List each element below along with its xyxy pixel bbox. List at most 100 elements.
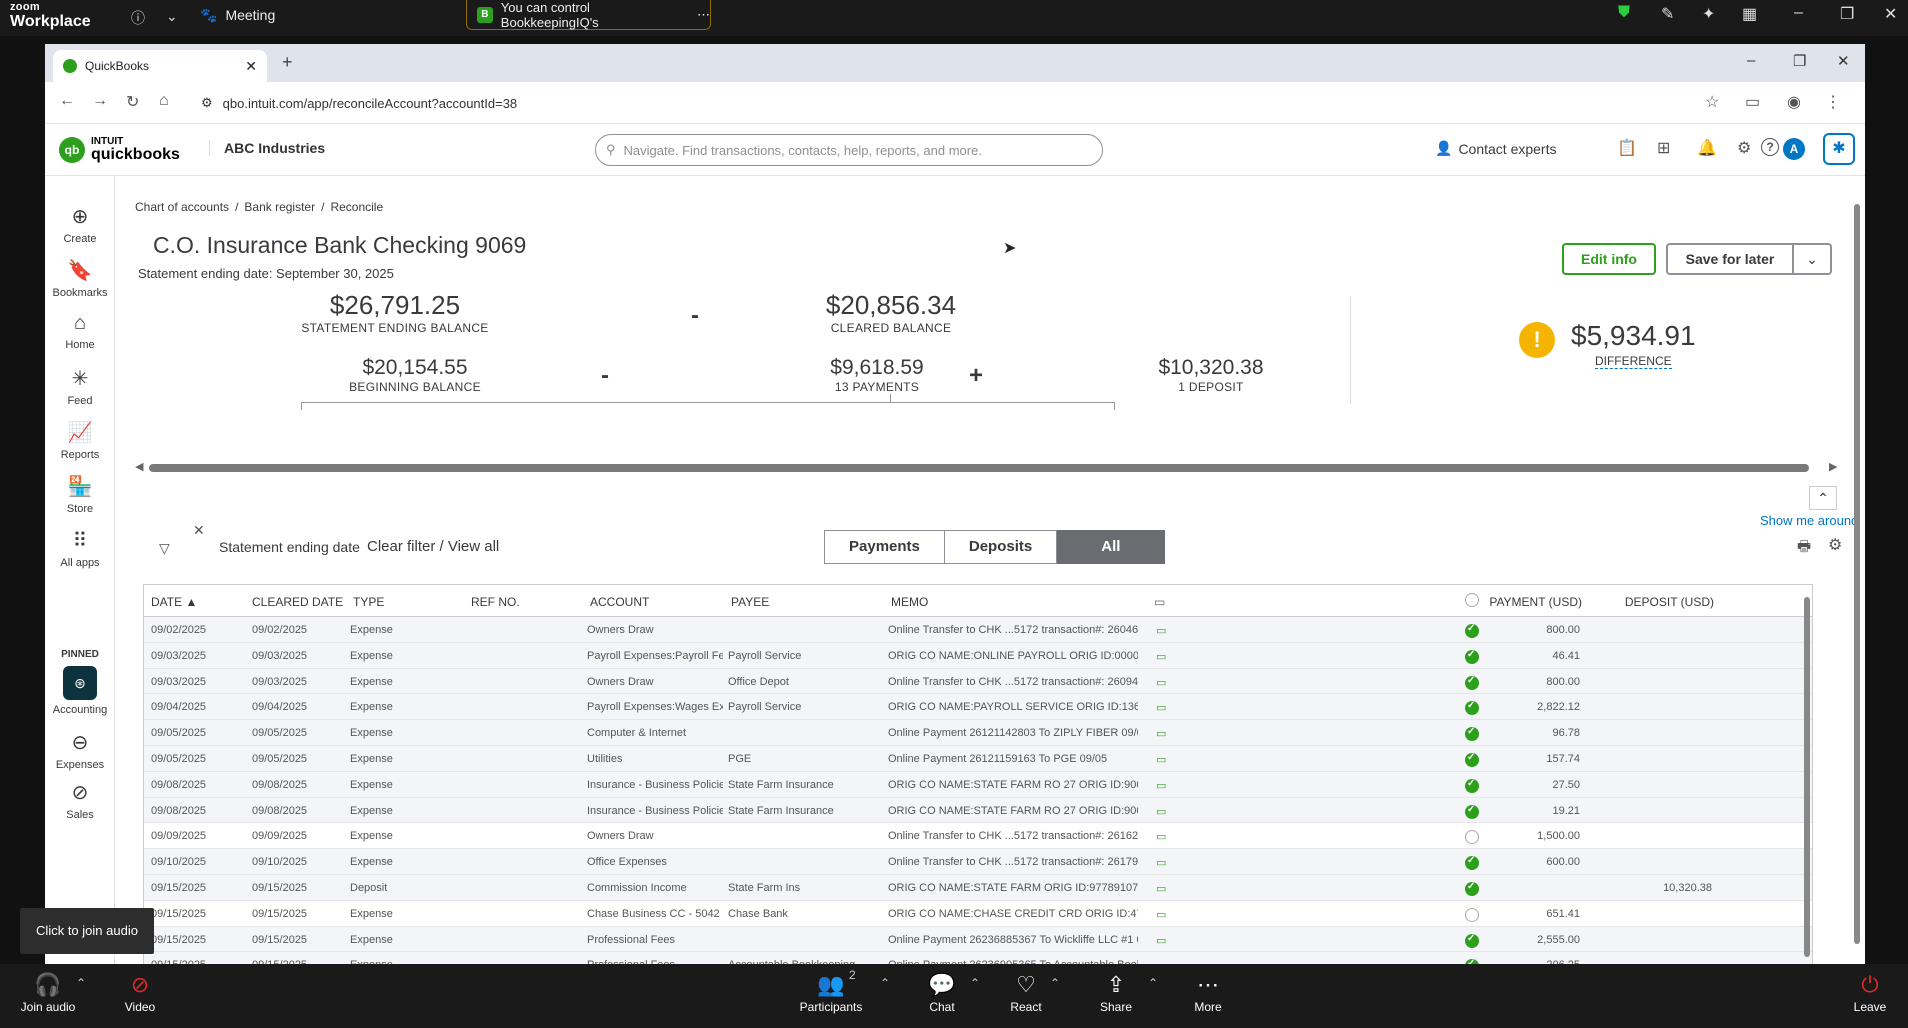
attachment-icon[interactable]: ▭ <box>1156 650 1166 663</box>
share-button[interactable]: ⇪ Share <box>1098 972 1134 1014</box>
participants-caret-icon[interactable]: ⌃ <box>880 976 890 990</box>
table-row[interactable]: 09/15/2025 09/15/2025 Expense Chase Busines… <box>144 901 1812 927</box>
company-name[interactable]: ABC Industries <box>209 140 325 156</box>
scroll-left-icon[interactable]: ◀ <box>135 460 143 473</box>
close-icon[interactable]: ✕ <box>1884 4 1897 24</box>
reload-icon[interactable]: ↻ <box>126 92 139 112</box>
table-row[interactable]: 09/04/2025 09/04/2025 Expense Payroll Expen… <box>144 694 1812 721</box>
scroll-right-icon[interactable]: ▶ <box>1829 460 1837 473</box>
col-cleared-date[interactable]: CLEARED DATE <box>252 595 343 609</box>
difference-label[interactable]: DIFFERENCE <box>1594 354 1672 369</box>
attachment-icon[interactable]: ▭ <box>1156 701 1166 714</box>
url-field[interactable]: ⚙ qbo.intuit.com/app/reconcileAccount?ac… <box>193 88 1783 118</box>
breadcrumb-chart-of-accounts[interactable]: Chart of accounts <box>135 200 229 214</box>
nav-home[interactable]: ⌂ Home <box>45 312 115 351</box>
filter-icon[interactable]: ▽ <box>159 540 170 557</box>
save-for-later-button[interactable]: Save for later <box>1666 243 1792 275</box>
print-icon[interactable]: 🖶 <box>1797 536 1811 561</box>
help-icon[interactable]: ? <box>1761 138 1779 156</box>
home-icon[interactable]: ⌂ <box>159 92 169 110</box>
more-button[interactable]: ⋯ More <box>1190 972 1226 1014</box>
gear-icon[interactable]: ⚙ <box>1737 138 1751 158</box>
cleared-checkbox[interactable] <box>1465 624 1479 638</box>
attachment-icon[interactable]: ▭ <box>1156 908 1166 921</box>
page-vertical-scrollbar[interactable] <box>1853 196 1861 956</box>
shield-icon[interactable]: ⛊ <box>1618 4 1630 22</box>
scrollbar-thumb[interactable] <box>149 464 1809 472</box>
table-row[interactable]: 09/10/2025 09/10/2025 Expense Office Expens… <box>144 849 1812 875</box>
tab-payments[interactable]: Payments <box>824 530 945 564</box>
audio-options-caret-icon[interactable]: ⌃ <box>76 976 86 990</box>
cleared-checkbox[interactable] <box>1465 907 1479 922</box>
meeting-tab[interactable]: 🐾 Meeting <box>200 0 275 30</box>
nav-accounting[interactable]: ⊛ Accounting <box>45 666 115 716</box>
maximize-icon[interactable]: ❐ <box>1793 52 1806 70</box>
cleared-checkbox[interactable] <box>1465 856 1479 871</box>
edit-info-button[interactable]: Edit info <box>1562 243 1656 275</box>
table-row[interactable]: 09/05/2025 09/05/2025 Expense Utilities PGE O… <box>144 745 1812 772</box>
collapse-summary-button[interactable]: ⌃ <box>1809 486 1837 510</box>
attachment-icon[interactable]: ▭ <box>1156 856 1166 869</box>
new-tab-icon[interactable]: + <box>282 52 293 73</box>
table-settings-icon[interactable]: ⚙ <box>1828 535 1842 555</box>
attachment-icon[interactable]: ▭ <box>1156 882 1166 895</box>
attachment-icon[interactable]: ▭ <box>1156 805 1166 818</box>
table-row[interactable]: 09/03/2025 09/03/2025 Expense Payroll Expen… <box>144 642 1812 669</box>
table-row[interactable]: 09/05/2025 09/05/2025 Expense Computer & In… <box>144 720 1812 746</box>
minimize-icon[interactable]: – <box>1747 52 1755 69</box>
col-payee[interactable]: PAYEE <box>731 595 769 609</box>
attachment-icon[interactable]: ▭ <box>1156 624 1166 637</box>
attachment-icon[interactable]: ▭ <box>1156 934 1166 947</box>
info-icon[interactable]: ⓘ <box>131 8 145 28</box>
join-audio-button[interactable]: 🎧 Join audio <box>20 972 76 1014</box>
table-row[interactable]: 09/08/2025 09/08/2025 Expense Insurance - B… <box>144 771 1812 798</box>
nav-sales[interactable]: ⊘ Sales <box>45 780 115 821</box>
col-account[interactable]: ACCOUNT <box>590 595 649 609</box>
user-avatar[interactable]: A <box>1783 138 1805 160</box>
site-info-icon[interactable]: ⚙ <box>201 95 213 111</box>
nav-reports[interactable]: 📈 Reports <box>45 420 115 461</box>
chat-caret-icon[interactable]: ⌃ <box>970 976 980 990</box>
cast-icon[interactable]: ▭ <box>1745 92 1760 112</box>
col-deposit[interactable]: DEPOSIT (USD) <box>1625 595 1714 609</box>
col-type[interactable]: TYPE <box>353 595 384 609</box>
col-memo[interactable]: MEMO <box>891 595 928 609</box>
sparkle-icon[interactable]: ✦ <box>1702 4 1715 24</box>
col-date[interactable]: DATE ▲ <box>151 595 197 609</box>
chevron-down-icon[interactable]: ⌄ <box>166 8 178 25</box>
nav-expenses[interactable]: ⊖ Expenses <box>45 730 115 771</box>
select-all-checkbox[interactable] <box>1465 593 1479 607</box>
more-options-icon[interactable]: ⋯ <box>697 7 710 23</box>
video-button[interactable]: ⊘ Video <box>120 972 160 1014</box>
cleared-checkbox[interactable] <box>1465 675 1479 690</box>
nav-bookmarks[interactable]: 🔖 Bookmarks <box>45 258 115 299</box>
apps-switch-icon[interactable]: ⊞ <box>1657 138 1670 158</box>
cleared-checkbox[interactable] <box>1465 778 1479 793</box>
nav-store[interactable]: 🏪 Store <box>45 474 115 515</box>
table-row[interactable]: 09/03/2025 09/03/2025 Expense Owners Draw Of… <box>144 668 1812 695</box>
join-audio-tooltip[interactable]: Click to join audio <box>20 908 154 954</box>
quickbooks-logo[interactable]: qb INTUIT quickbooks <box>59 137 180 163</box>
pen-icon[interactable]: ✎ <box>1661 4 1674 24</box>
cleared-checkbox[interactable] <box>1465 649 1479 664</box>
close-tab-icon[interactable]: ✕ <box>245 58 257 75</box>
cleared-checkbox[interactable] <box>1465 701 1479 716</box>
page-scrollbar-thumb[interactable] <box>1854 204 1860 944</box>
cleared-checkbox[interactable] <box>1465 752 1479 767</box>
breadcrumb-bank-register[interactable]: Bank register <box>244 200 315 214</box>
browser-tab-quickbooks[interactable]: QuickBooks ✕ <box>53 50 267 82</box>
back-icon[interactable]: ← <box>59 92 75 110</box>
remove-filter-icon[interactable]: ✕ <box>193 522 205 539</box>
kebab-menu-icon[interactable]: ⋮ <box>1825 92 1841 112</box>
cleared-checkbox[interactable] <box>1465 881 1479 896</box>
attachment-icon[interactable]: ▭ <box>1156 753 1166 766</box>
attachment-icon[interactable]: ▭ <box>1156 830 1166 843</box>
chat-button[interactable]: 💬 Chat <box>924 972 960 1014</box>
cleared-checkbox[interactable] <box>1465 830 1479 845</box>
leave-button[interactable]: ⏻ Leave <box>1850 972 1890 1014</box>
tab-all[interactable]: All <box>1057 530 1166 564</box>
ai-assistant-icon[interactable]: ✱ <box>1823 133 1855 165</box>
react-caret-icon[interactable]: ⌃ <box>1050 976 1060 990</box>
save-options-dropdown[interactable]: ⌄ <box>1792 243 1832 275</box>
horizontal-scrollbar[interactable]: ◀ ▶ <box>135 460 1838 473</box>
